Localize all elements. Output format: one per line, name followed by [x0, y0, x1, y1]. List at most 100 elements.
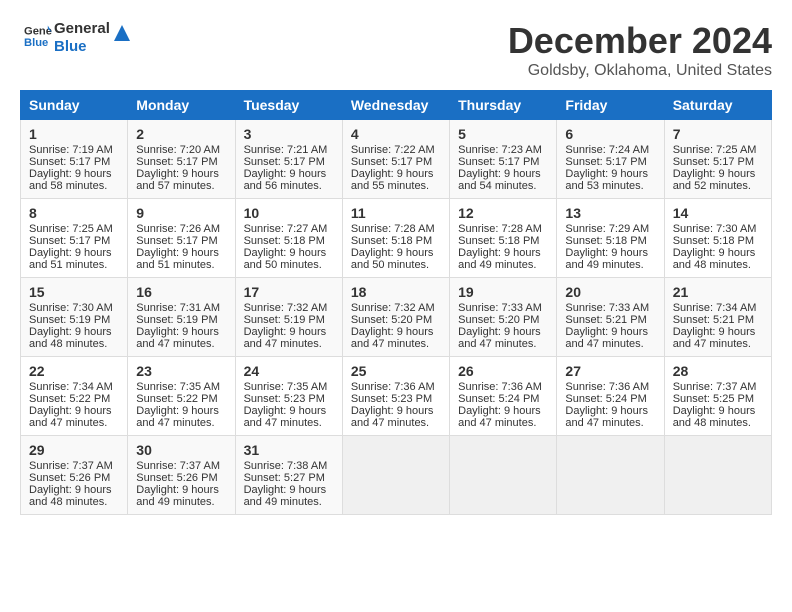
- day-cell: 21Sunrise: 7:34 AMSunset: 5:21 PMDayligh…: [664, 278, 771, 357]
- month-title: December 2024: [508, 20, 772, 62]
- day-info: Sunrise: 7:32 AM: [351, 302, 441, 314]
- day-number: 10: [244, 205, 334, 221]
- day-info: Sunset: 5:19 PM: [136, 314, 226, 326]
- day-info: Daylight: 9 hours: [565, 247, 655, 259]
- header: General Blue General Blue December 2024 …: [20, 20, 772, 80]
- day-info: Sunset: 5:17 PM: [29, 156, 119, 168]
- day-info: Daylight: 9 hours: [136, 326, 226, 338]
- day-cell: 26Sunrise: 7:36 AMSunset: 5:24 PMDayligh…: [450, 357, 557, 436]
- day-number: 9: [136, 205, 226, 221]
- day-info: Sunrise: 7:23 AM: [458, 144, 548, 156]
- day-info: Daylight: 9 hours: [136, 484, 226, 496]
- day-cell: [342, 436, 449, 515]
- day-info: Daylight: 9 hours: [136, 405, 226, 417]
- day-info: and 49 minutes.: [244, 496, 334, 508]
- day-number: 5: [458, 126, 548, 142]
- day-info: and 50 minutes.: [351, 259, 441, 271]
- day-info: Sunset: 5:21 PM: [565, 314, 655, 326]
- day-info: Sunrise: 7:31 AM: [136, 302, 226, 314]
- day-info: Daylight: 9 hours: [351, 405, 441, 417]
- day-info: Sunset: 5:23 PM: [244, 393, 334, 405]
- day-cell: 9Sunrise: 7:26 AMSunset: 5:17 PMDaylight…: [128, 199, 235, 278]
- header-row: SundayMondayTuesdayWednesdayThursdayFrid…: [21, 91, 772, 120]
- day-info: Sunrise: 7:36 AM: [351, 381, 441, 393]
- day-info: Daylight: 9 hours: [29, 168, 119, 180]
- day-info: Sunset: 5:18 PM: [351, 235, 441, 247]
- day-info: Sunrise: 7:37 AM: [136, 460, 226, 472]
- day-info: Daylight: 9 hours: [565, 326, 655, 338]
- day-info: Sunset: 5:18 PM: [458, 235, 548, 247]
- day-number: 13: [565, 205, 655, 221]
- svg-text:Blue: Blue: [24, 36, 48, 48]
- day-cell: 3Sunrise: 7:21 AMSunset: 5:17 PMDaylight…: [235, 120, 342, 199]
- day-info: Daylight: 9 hours: [565, 168, 655, 180]
- day-info: Sunset: 5:26 PM: [29, 472, 119, 484]
- day-info: Sunset: 5:17 PM: [29, 235, 119, 247]
- day-info: and 52 minutes.: [673, 180, 763, 192]
- day-info: Sunrise: 7:34 AM: [29, 381, 119, 393]
- day-info: Sunset: 5:20 PM: [351, 314, 441, 326]
- header-day-monday: Monday: [128, 91, 235, 120]
- title-area: December 2024 Goldsby, Oklahoma, United …: [508, 20, 772, 80]
- day-info: and 56 minutes.: [244, 180, 334, 192]
- day-info: Sunrise: 7:26 AM: [136, 223, 226, 235]
- day-number: 29: [29, 442, 119, 458]
- day-info: and 47 minutes.: [565, 417, 655, 429]
- day-info: Sunset: 5:22 PM: [29, 393, 119, 405]
- day-number: 30: [136, 442, 226, 458]
- day-info: and 50 minutes.: [244, 259, 334, 271]
- day-info: and 49 minutes.: [458, 259, 548, 271]
- day-cell: 29Sunrise: 7:37 AMSunset: 5:26 PMDayligh…: [21, 436, 128, 515]
- day-info: Daylight: 9 hours: [565, 405, 655, 417]
- day-cell: 27Sunrise: 7:36 AMSunset: 5:24 PMDayligh…: [557, 357, 664, 436]
- day-info: and 49 minutes.: [136, 496, 226, 508]
- day-info: Daylight: 9 hours: [136, 168, 226, 180]
- day-info: Sunrise: 7:35 AM: [244, 381, 334, 393]
- day-cell: 20Sunrise: 7:33 AMSunset: 5:21 PMDayligh…: [557, 278, 664, 357]
- day-number: 28: [673, 363, 763, 379]
- day-cell: 7Sunrise: 7:25 AMSunset: 5:17 PMDaylight…: [664, 120, 771, 199]
- header-day-wednesday: Wednesday: [342, 91, 449, 120]
- day-cell: 1Sunrise: 7:19 AMSunset: 5:17 PMDaylight…: [21, 120, 128, 199]
- day-cell: 22Sunrise: 7:34 AMSunset: 5:22 PMDayligh…: [21, 357, 128, 436]
- day-number: 8: [29, 205, 119, 221]
- day-number: 27: [565, 363, 655, 379]
- day-info: Sunrise: 7:37 AM: [673, 381, 763, 393]
- day-info: Sunrise: 7:28 AM: [351, 223, 441, 235]
- day-info: Daylight: 9 hours: [458, 247, 548, 259]
- day-info: Daylight: 9 hours: [673, 168, 763, 180]
- day-info: Daylight: 9 hours: [29, 484, 119, 496]
- day-number: 25: [351, 363, 441, 379]
- day-number: 1: [29, 126, 119, 142]
- day-cell: [664, 436, 771, 515]
- day-info: Sunrise: 7:36 AM: [458, 381, 548, 393]
- day-number: 12: [458, 205, 548, 221]
- day-number: 18: [351, 284, 441, 300]
- day-info: Sunrise: 7:35 AM: [136, 381, 226, 393]
- day-cell: 30Sunrise: 7:37 AMSunset: 5:26 PMDayligh…: [128, 436, 235, 515]
- day-cell: 23Sunrise: 7:35 AMSunset: 5:22 PMDayligh…: [128, 357, 235, 436]
- day-cell: 2Sunrise: 7:20 AMSunset: 5:17 PMDaylight…: [128, 120, 235, 199]
- day-number: 14: [673, 205, 763, 221]
- day-cell: [557, 436, 664, 515]
- day-info: Sunrise: 7:30 AM: [29, 302, 119, 314]
- day-info: Daylight: 9 hours: [673, 326, 763, 338]
- day-cell: 28Sunrise: 7:37 AMSunset: 5:25 PMDayligh…: [664, 357, 771, 436]
- day-number: 6: [565, 126, 655, 142]
- day-info: Sunrise: 7:38 AM: [244, 460, 334, 472]
- day-info: Sunset: 5:20 PM: [458, 314, 548, 326]
- day-number: 15: [29, 284, 119, 300]
- day-info: Sunset: 5:17 PM: [136, 235, 226, 247]
- day-info: Daylight: 9 hours: [29, 405, 119, 417]
- day-cell: [450, 436, 557, 515]
- day-info: Sunset: 5:17 PM: [244, 156, 334, 168]
- day-info: Daylight: 9 hours: [244, 168, 334, 180]
- day-number: 3: [244, 126, 334, 142]
- day-info: Sunrise: 7:24 AM: [565, 144, 655, 156]
- day-number: 21: [673, 284, 763, 300]
- day-info: Daylight: 9 hours: [351, 168, 441, 180]
- day-info: Sunset: 5:21 PM: [673, 314, 763, 326]
- day-info: Sunrise: 7:30 AM: [673, 223, 763, 235]
- day-info: Daylight: 9 hours: [244, 326, 334, 338]
- day-number: 7: [673, 126, 763, 142]
